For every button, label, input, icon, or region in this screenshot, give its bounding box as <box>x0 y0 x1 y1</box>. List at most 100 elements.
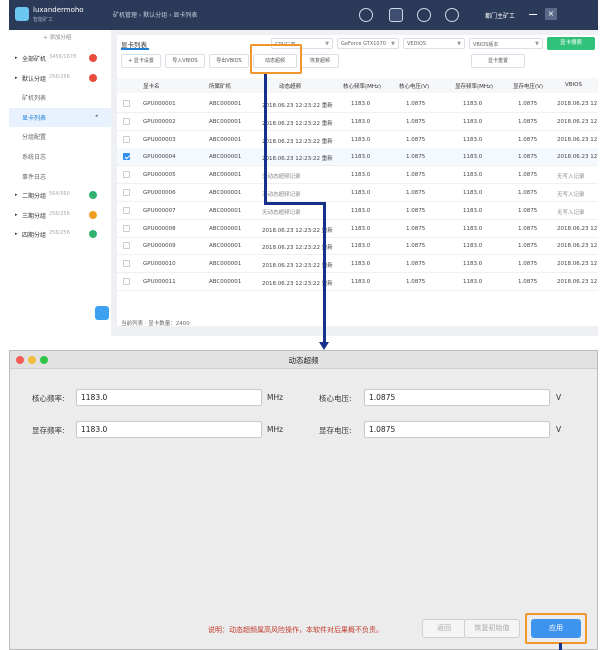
gpu-settings-button[interactable]: + 显卡设置 <box>121 54 161 68</box>
row-checkbox[interactable] <box>123 135 130 143</box>
active-indicator-icon: ◂ <box>95 112 98 119</box>
table-cell: ABC000001 <box>209 190 242 196</box>
row-checkbox[interactable] <box>123 171 130 179</box>
expand-arrow-icon[interactable]: ▸ <box>15 75 18 81</box>
row-checkbox[interactable] <box>123 100 130 107</box>
vbios-version-select[interactable]: VBIOS版本 ▼ <box>469 38 543 49</box>
import-vbios-button[interactable]: 导入VBIOS <box>165 54 205 68</box>
row-checkbox[interactable] <box>123 278 130 285</box>
column-header[interactable]: 核心电压(V) <box>399 82 429 90</box>
sidebar-item-label: 矿机列表 <box>22 95 47 103</box>
minimize-icon[interactable] <box>529 14 537 15</box>
row-checkbox[interactable] <box>123 189 130 196</box>
sidebar-item[interactable]: 事件日志 <box>9 167 111 186</box>
vedios-select[interactable]: VEDIOS ▼ <box>403 38 465 49</box>
row-checkbox[interactable] <box>123 153 130 161</box>
monitor-icon[interactable] <box>389 8 403 22</box>
table-row[interactable]: GPU000004 ABC000001 2018.06.23 12:23:22 重新… <box>117 148 598 167</box>
sidebar-item-label: 事件日志 <box>22 173 47 181</box>
table-row[interactable]: GPU000001 ABC000001 2018.06.23 12:23:22 重新… <box>117 95 598 113</box>
table-cell: 1183.0 <box>351 261 371 268</box>
breadcrumb[interactable]: 矿机管理 › 默认分组 › 显卡列表 <box>113 10 197 19</box>
memory-voltage-input[interactable]: 1.0875 <box>364 421 550 438</box>
expand-arrow-icon[interactable]: ▸ <box>15 212 18 218</box>
connector-line <box>264 202 326 205</box>
table-cell: 2018.06.23 12 <box>557 101 598 107</box>
sidebar-item[interactable]: 系统日志 <box>9 147 111 166</box>
table-row[interactable]: GPU000011 ABC000001 2018.06.23 12:23:22 重新… <box>117 273 598 291</box>
expand-arrow-icon[interactable]: ▸ <box>15 231 18 237</box>
table-cell: 1.0875 <box>518 136 538 143</box>
close-icon[interactable]: × <box>545 8 557 20</box>
column-header[interactable]: 核心频率(MHz) <box>343 82 381 90</box>
sidebar: + 添加分组 ▸ 全部矿机 3456/1678 ▸ 默认分组 256/256 矿机列表显卡列… <box>9 30 111 336</box>
sidebar-item[interactable]: ▸ 四期分组 256/256 <box>9 225 111 244</box>
column-header[interactable]: 显卡名 <box>143 82 160 90</box>
table-cell: 2018.06.23 12:23:22 重新 <box>262 138 333 145</box>
table-cell: 无写入记录 <box>557 209 585 216</box>
sidebar-item-label: 系统日志 <box>22 154 47 161</box>
sidebar-item-count: 3456/1678 <box>49 54 77 60</box>
sidebar-item[interactable]: 分组配置 <box>9 127 111 146</box>
table-row[interactable]: GPU000002 ABC000001 2018.06.23 12:23:22 重新… <box>117 113 598 131</box>
table-cell: 1183.0 <box>351 279 371 285</box>
table-cell: 1183.0 <box>463 118 483 125</box>
app-brand: luxandermoho <box>33 6 84 14</box>
table-row[interactable]: GPU000007 ABC000001 无动态超频记录 1183.0 1.0875 118… <box>117 202 598 220</box>
table-cell: GPU000011 <box>143 279 176 285</box>
table-cell: GPU000005 <box>143 172 176 179</box>
sidebar-item[interactable]: ▸ 三期分组 256/256 <box>9 206 111 225</box>
table-row[interactable]: GPU000003 ABC000001 2018.06.23 12:23:22 重新… <box>117 131 598 149</box>
back-button[interactable]: 返回 <box>422 619 466 638</box>
table-cell: 1183.0 <box>463 101 483 107</box>
table-row[interactable]: GPU000009 ABC000001 2018.06.23 12:23:22 重新… <box>117 237 598 256</box>
gear-icon[interactable] <box>417 8 431 22</box>
table-cell: 1183.0 <box>351 225 371 232</box>
sidebar-item[interactable]: 矿机列表 <box>9 88 111 107</box>
table-row[interactable]: GPU000010 ABC000001 2018.06.23 12:23:22 重新… <box>117 255 598 274</box>
column-header[interactable]: 所属矿机 <box>209 82 231 90</box>
sidebar-item[interactable]: ▸ 全部矿机 3456/1678 <box>9 49 111 68</box>
column-header[interactable]: VBIOS <box>565 82 582 88</box>
highlight-dynamic-overclock <box>250 44 302 74</box>
row-checkbox[interactable] <box>123 224 130 232</box>
row-checkbox[interactable] <box>123 260 130 268</box>
table-row[interactable]: GPU000006 ABC000001 无动态超频记录 1183.0 1.0875 118… <box>117 184 598 202</box>
gpu-model-select[interactable]: GeForce GTX1070 ▼ <box>337 38 399 49</box>
table-cell: 1.0875 <box>518 172 538 179</box>
sidebar-item[interactable]: ▸ 二期分组 564/560 <box>9 186 111 205</box>
sidebar-item[interactable]: 显卡列表 ◂ <box>9 107 111 127</box>
tab-active-underline <box>121 48 149 50</box>
add-group-button[interactable]: + 添加分组 <box>43 33 71 41</box>
core-voltage-input[interactable]: 1.0875 <box>364 389 550 406</box>
reset-search-button[interactable]: 显卡重置 <box>471 54 525 68</box>
help-icon[interactable] <box>445 8 459 22</box>
connector-line <box>323 202 326 335</box>
column-header[interactable]: 显存频率(MHz) <box>455 82 493 90</box>
column-header[interactable]: 显存电压(V) <box>513 82 543 90</box>
table-row[interactable]: GPU000005 ABC000001 无动态超频记录 1183.0 1.0875 118… <box>117 166 598 185</box>
collapse-sidebar-icon[interactable] <box>95 306 109 320</box>
row-checkbox[interactable] <box>123 206 130 214</box>
table-cell: GPU000010 <box>143 261 176 268</box>
restore-overclock-button[interactable]: 恢复超频 <box>301 54 339 68</box>
sidebar-item-label: 全部矿机 <box>22 56 47 63</box>
status-dot-icon <box>89 230 97 239</box>
core-frequency-input[interactable]: 1183.0 <box>76 389 262 406</box>
sidebar-item[interactable]: ▸ 默认分组 256/256 <box>9 69 111 88</box>
row-checkbox[interactable] <box>123 117 130 125</box>
row-checkbox[interactable] <box>123 242 130 250</box>
export-vbios-button[interactable]: 导出VBIOS <box>209 54 249 68</box>
memory-frequency-input[interactable]: 1183.0 <box>76 421 262 438</box>
table-cell: 1.0875 <box>518 207 538 214</box>
table-cell: 1.0875 <box>406 261 426 268</box>
expand-arrow-icon[interactable]: ▸ <box>15 55 18 61</box>
column-header[interactable]: 动态超频 <box>279 82 301 90</box>
expand-arrow-icon[interactable]: ▸ <box>15 192 18 198</box>
sidebar-item-label: 三期分组 <box>22 212 47 220</box>
restore-defaults-button[interactable]: 恢复初始值 <box>464 619 520 638</box>
gpu-search-button[interactable]: 显卡搜索 <box>547 37 595 50</box>
headset-icon[interactable] <box>359 8 373 22</box>
table-row[interactable]: GPU000008 ABC000001 2018.06.23 12:23:22 重新… <box>117 220 598 238</box>
user-menu[interactable]: 都门主矿工 <box>485 11 515 20</box>
